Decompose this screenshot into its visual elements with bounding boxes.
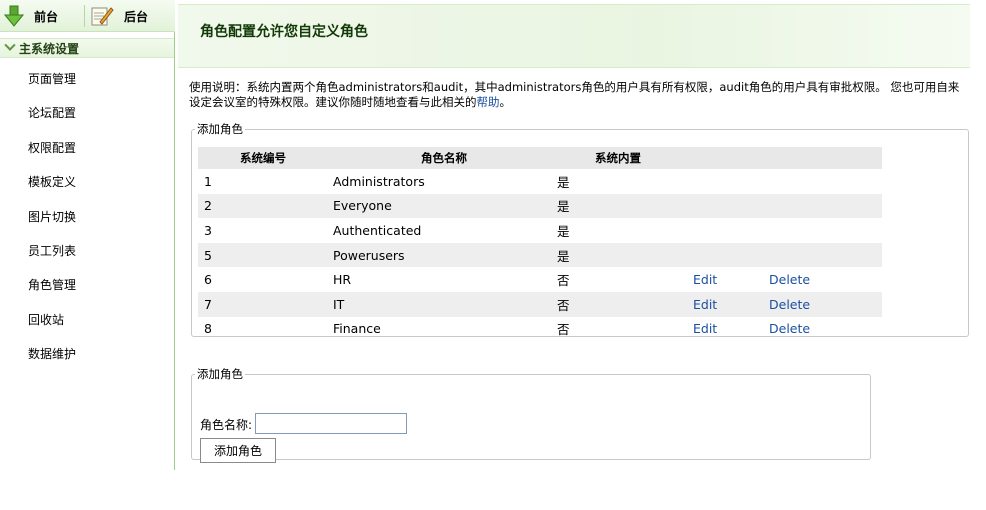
roles-table: 系统编号 角色名称 系统内置 1 Administrators 是 2 Ever… bbox=[198, 147, 882, 341]
role-name: Authenticated bbox=[333, 222, 422, 238]
sidebar-item-forum-config[interactable]: 论坛配置 bbox=[28, 96, 76, 130]
sidebar-menu: 页面管理 论坛配置 权限配置 模板定义 图片切换 员工列表 角色管理 回收站 数… bbox=[28, 62, 76, 372]
tab-separator bbox=[84, 5, 85, 27]
delete-cell bbox=[769, 193, 882, 219]
role-name-label: 角色名称: bbox=[200, 418, 253, 432]
usage-text: 使用说明：系统内置两个角色administrators和audit，其中admi… bbox=[189, 80, 960, 109]
role-builtin: 否 bbox=[557, 291, 693, 317]
roles-panel-legend: 添加角色 bbox=[197, 122, 243, 136]
add-role-button[interactable]: 添加角色 bbox=[200, 438, 276, 463]
page-title: 角色配置允许您自定义角色 bbox=[200, 24, 368, 40]
table-row: 1 Administrators 是 bbox=[198, 169, 882, 194]
tab-front-label: 前台 bbox=[34, 9, 59, 24]
role-id: 3 bbox=[204, 222, 212, 238]
sidebar: 前台 后台 主系统设置 页面管理 论坛配置 权限配置 模板定义 图片切换 员工列 bbox=[0, 0, 175, 470]
tab-back-label: 后台 bbox=[124, 9, 149, 24]
sidebar-item-role-management[interactable]: 角色管理 bbox=[28, 268, 76, 302]
col-edit-header bbox=[693, 147, 769, 169]
sidebar-item-data-maintenance[interactable]: 数据维护 bbox=[28, 337, 76, 371]
role-name: Powerusers bbox=[333, 242, 557, 268]
top-tabs: 前台 后台 bbox=[0, 0, 175, 32]
col-name-header: 角色名称 bbox=[333, 147, 557, 169]
role-id: 1 bbox=[204, 173, 212, 189]
edit-cell bbox=[693, 218, 769, 243]
col-delete-header bbox=[769, 147, 882, 169]
sidebar-item-template-definition[interactable]: 模板定义 bbox=[28, 165, 76, 199]
sidebar-item-permission-config[interactable]: 权限配置 bbox=[28, 131, 76, 165]
usage-description: 使用说明：系统内置两个角色administrators和audit，其中admi… bbox=[189, 80, 969, 110]
role-id: 6 bbox=[204, 272, 212, 288]
edit-note-icon bbox=[90, 5, 114, 27]
table-row: 8 Finance 否 Edit Delete bbox=[198, 317, 882, 342]
delete-cell bbox=[769, 218, 882, 243]
table-row: 3 Authenticated 是 bbox=[198, 218, 882, 243]
role-id: 8 bbox=[204, 321, 212, 337]
edit-link[interactable]: Edit bbox=[693, 321, 717, 336]
role-name: IT bbox=[333, 291, 557, 317]
delete-link[interactable]: Delete bbox=[769, 297, 810, 312]
table-header-row: 系统编号 角色名称 系统内置 bbox=[198, 147, 882, 169]
role-id: 2 bbox=[198, 193, 333, 219]
edit-cell bbox=[693, 242, 769, 268]
role-id: 7 bbox=[198, 291, 333, 317]
delete-link[interactable]: Delete bbox=[769, 272, 810, 287]
role-builtin: 是 bbox=[557, 174, 570, 190]
table-row: 7 IT 否 Edit Delete bbox=[198, 291, 882, 317]
usage-end: 。 bbox=[499, 95, 512, 109]
page-header: 角色配置允许您自定义角色 bbox=[178, 4, 970, 68]
role-name: Finance bbox=[333, 321, 381, 337]
role-name: Administrators bbox=[333, 173, 425, 189]
tab-back[interactable]: 后台 bbox=[90, 4, 148, 28]
role-builtin: 是 bbox=[557, 242, 693, 268]
role-builtin: 是 bbox=[557, 193, 693, 219]
role-name-input[interactable] bbox=[255, 413, 407, 434]
edit-link[interactable]: Edit bbox=[693, 297, 717, 312]
col-id-header: 系统编号 bbox=[198, 147, 333, 169]
sidebar-item-page-management[interactable]: 页面管理 bbox=[28, 62, 76, 96]
edit-cell bbox=[693, 169, 769, 194]
sidebar-item-image-switch[interactable]: 图片切换 bbox=[28, 200, 76, 234]
role-builtin: 否 bbox=[557, 322, 570, 338]
help-link[interactable]: 帮助 bbox=[477, 95, 500, 109]
chevron-down-icon bbox=[4, 39, 16, 51]
arrow-down-icon bbox=[3, 5, 25, 27]
col-builtin-header: 系统内置 bbox=[557, 147, 693, 169]
table-row: 5 Powerusers 是 bbox=[198, 242, 882, 268]
role-builtin: 是 bbox=[557, 223, 570, 239]
table-row: 6 HR 否 Edit Delete bbox=[198, 267, 882, 292]
role-name: HR bbox=[333, 272, 352, 288]
delete-cell bbox=[769, 242, 882, 268]
sidebar-item-staff-list[interactable]: 员工列表 bbox=[28, 234, 76, 268]
section-main-settings[interactable]: 主系统设置 bbox=[0, 38, 174, 58]
edit-cell bbox=[693, 193, 769, 219]
sidebar-item-recycle-bin[interactable]: 回收站 bbox=[28, 303, 76, 337]
table-row: 2 Everyone 是 bbox=[198, 193, 882, 219]
delete-cell bbox=[769, 169, 882, 194]
delete-link[interactable]: Delete bbox=[769, 321, 810, 336]
add-role-legend: 添加角色 bbox=[197, 367, 243, 381]
role-builtin: 否 bbox=[557, 273, 570, 289]
tab-front[interactable]: 前台 bbox=[3, 4, 59, 28]
role-name: Everyone bbox=[333, 193, 557, 219]
add-role-panel: 添加角色 角色名称: 添加角色 bbox=[191, 366, 871, 463]
roles-panel: 添加角色 系统编号 角色名称 系统内置 1 Administrators 是 2… bbox=[191, 121, 969, 337]
edit-link[interactable]: Edit bbox=[693, 272, 717, 287]
role-id: 5 bbox=[198, 242, 333, 268]
section-title: 主系统设置 bbox=[19, 41, 80, 56]
